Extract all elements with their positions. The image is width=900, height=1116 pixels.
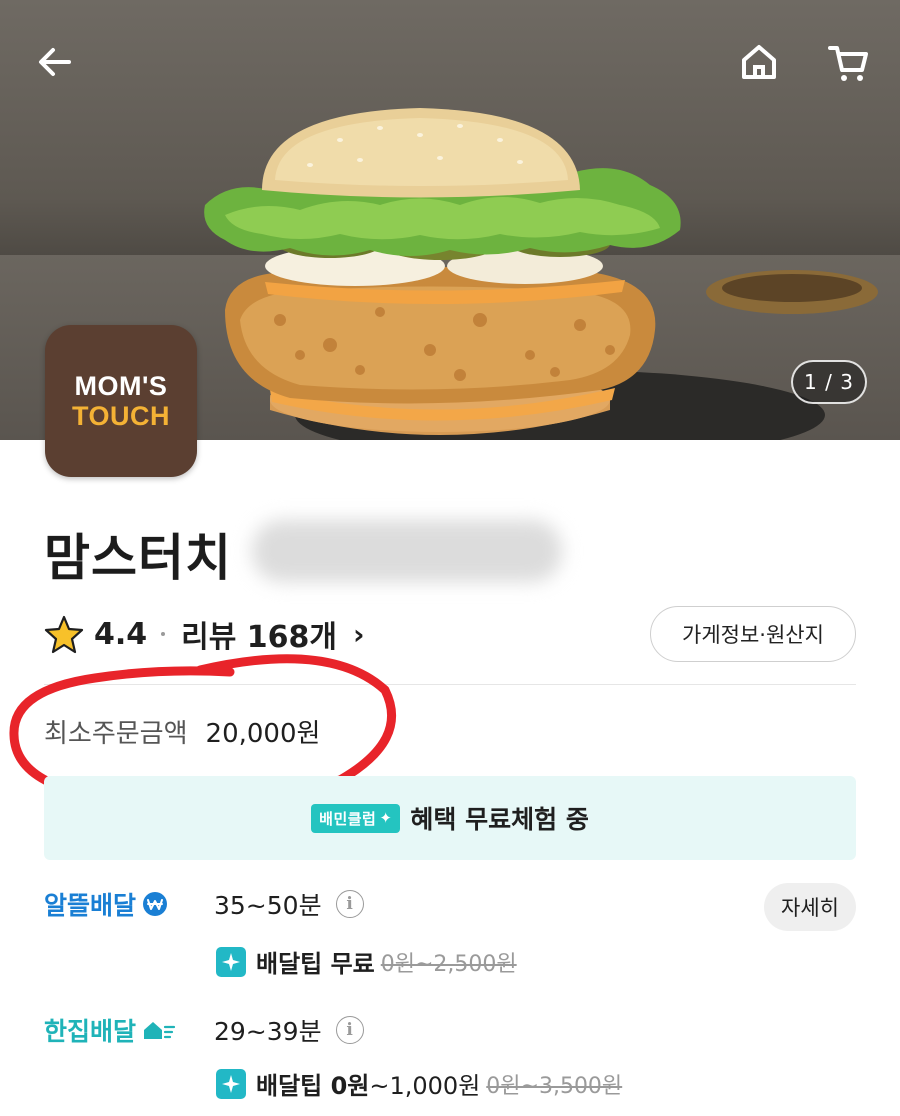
rating-row[interactable]: 4.4 리뷰 168개 › xyxy=(44,610,365,658)
min-order-row: 최소주문금액 20,000원 xyxy=(44,713,320,750)
delivery-time: 35~50분 xyxy=(214,891,322,920)
club-text: 혜택 무료체험 중 xyxy=(410,805,589,834)
delivery-name-label: 한집배달 xyxy=(44,1017,137,1046)
blurred-branch-name xyxy=(252,520,562,582)
store-logo: MOM'S TOUCH xyxy=(45,325,197,477)
detail-button[interactable]: 자세히 xyxy=(764,883,856,931)
min-order-label: 최소주문금액 xyxy=(44,719,188,749)
store-name: 맘스터치 xyxy=(44,529,232,587)
back-button[interactable] xyxy=(29,36,81,88)
review-count-link[interactable]: 리뷰 168개 xyxy=(181,612,337,656)
image-page-indicator: 1 / 3 xyxy=(791,360,867,404)
sparkle-badge-icon xyxy=(216,1068,246,1099)
delivery-name-label: 알뜰배달 xyxy=(44,891,137,920)
delivery-name: 한집배달 xyxy=(44,1012,214,1048)
info-icon[interactable]: i xyxy=(335,1016,364,1044)
logo-line2: TOUCH xyxy=(71,401,170,431)
delivery-name: 알뜰배달 xyxy=(44,886,214,922)
delivery-tip-saver: 배달팁 무료 0원~2,500원 xyxy=(216,944,517,979)
tip-original-price: 0원~2,500원 xyxy=(380,951,517,977)
baemin-club-banner[interactable]: 배민클럽 ✦ 혜택 무료체험 중 xyxy=(44,776,856,860)
delivery-option-single[interactable]: 한집배달 29~39분 i xyxy=(44,1012,364,1048)
min-order-value: 20,000원 xyxy=(205,719,321,749)
delivery-time: 29~39분 xyxy=(214,1017,322,1046)
club-badge-label: 배민클럽 xyxy=(319,809,377,828)
divider xyxy=(44,684,856,685)
tip-label: 배달팁 0원 xyxy=(256,1072,370,1100)
logo-line1: MOM'S xyxy=(74,371,168,401)
home-button[interactable] xyxy=(733,36,785,88)
cart-button[interactable] xyxy=(822,36,874,88)
delivery-tip-single: 배달팁 0원 ~1,000원 0원~3,500원 xyxy=(216,1066,622,1101)
won-badge-icon xyxy=(143,892,168,916)
delivery-option-saver[interactable]: 알뜰배달 35~50분 i xyxy=(44,886,364,922)
tip-price: ~1,000원 xyxy=(369,1072,481,1100)
club-badge: 배민클럽 ✦ xyxy=(311,803,401,833)
store-info-button[interactable]: 가게정보·원산지 xyxy=(650,606,856,662)
house-speed-icon xyxy=(144,1022,176,1039)
star-icon xyxy=(44,615,84,654)
separator-dot xyxy=(161,632,166,636)
rating-score: 4.4 xyxy=(94,616,148,652)
home-icon xyxy=(742,45,776,79)
chevron-right-icon: › xyxy=(353,617,365,651)
arrow-left-icon xyxy=(39,48,71,76)
tip-original-price: 0원~3,500원 xyxy=(486,1073,623,1099)
sparkle-badge-icon xyxy=(216,946,246,977)
tip-label: 배달팁 무료 xyxy=(256,950,375,978)
info-icon[interactable]: i xyxy=(335,890,364,918)
sparkle-icon: ✦ xyxy=(379,809,393,827)
cart-icon xyxy=(828,46,868,81)
